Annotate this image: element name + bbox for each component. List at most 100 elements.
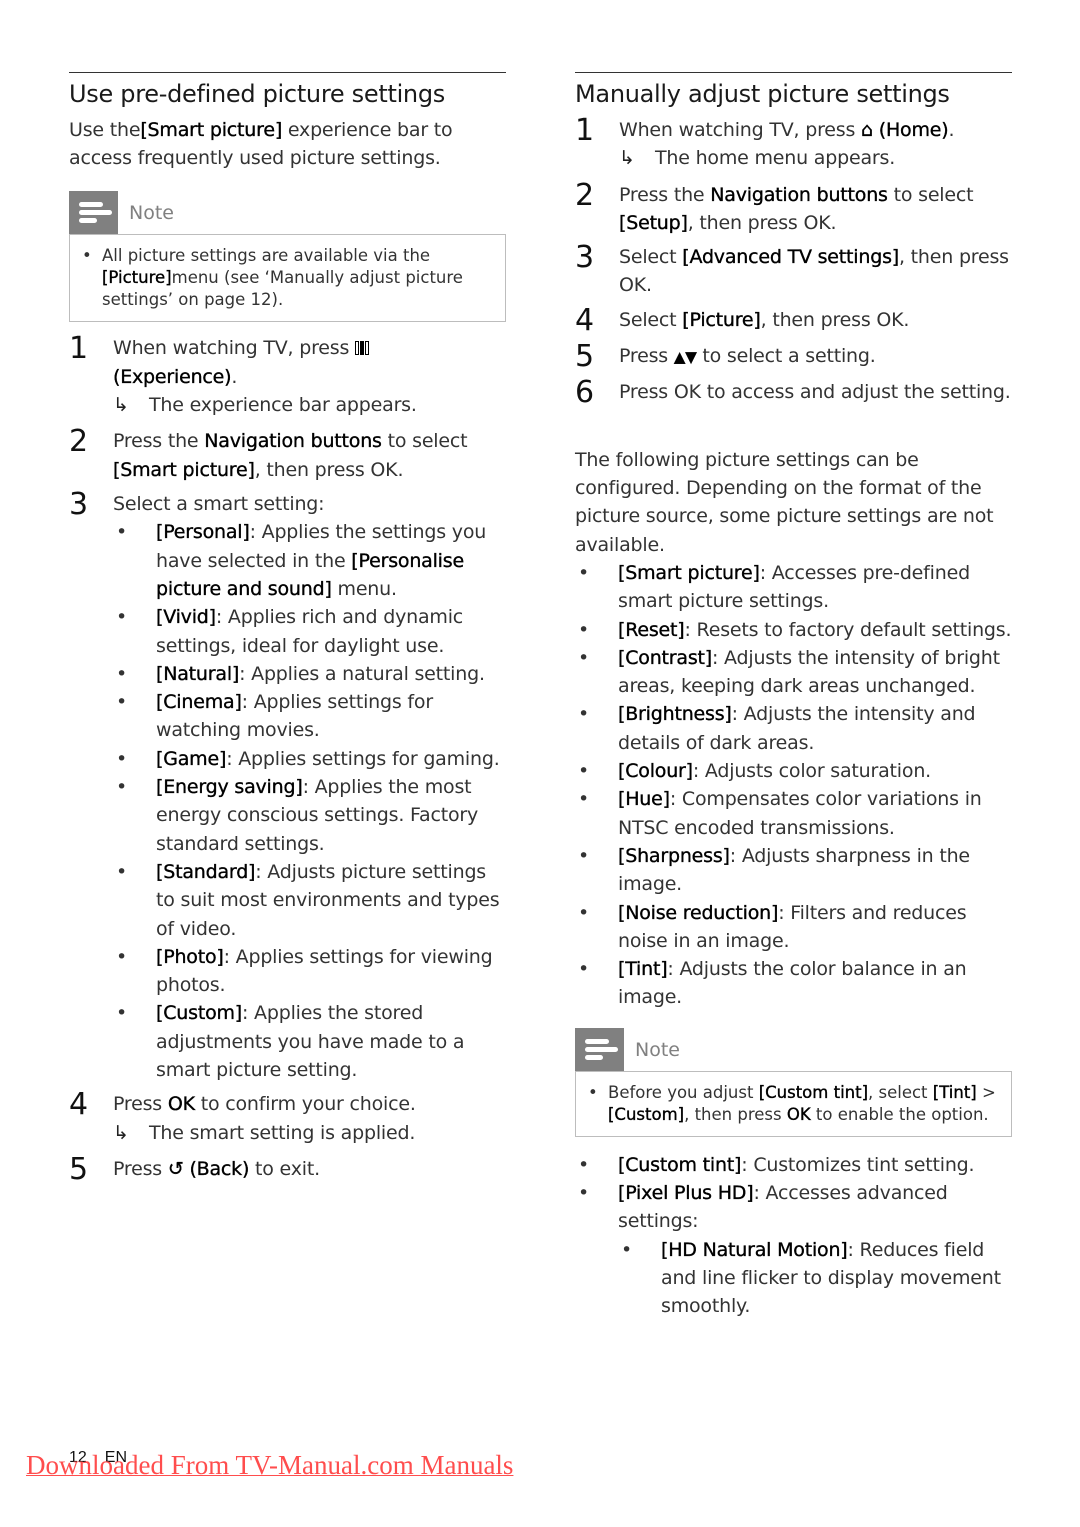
bullet-icon: • — [578, 561, 590, 584]
list-item: • [Reset]: Resets to factory default sett… — [575, 616, 1012, 644]
note-label: Note — [129, 201, 174, 224]
list-item: • [Personal]: Applies the settings you ha… — [113, 518, 506, 603]
setting-description: : Applies a natural setting. — [239, 662, 485, 685]
note-body: • All picture settings are available via… — [69, 233, 506, 322]
list-item: • [Custom]: Applies the stored adjustment… — [113, 999, 506, 1084]
bullet-icon: • — [578, 1182, 590, 1205]
note-body: • Before you adjust [Custom tint], selec… — [575, 1070, 1012, 1137]
section-heading-predefined: Use pre-defined picture settings — [69, 80, 445, 108]
bullet-icon: • — [578, 958, 590, 981]
step-3: 3 Select [Advanced TV settings], then pr… — [575, 240, 1009, 297]
setting-name: [Natural] — [156, 662, 240, 685]
step-2: 2 Press the Navigation buttons to select… — [575, 177, 974, 234]
section-rule — [575, 72, 1012, 73]
bullet-icon: • — [116, 747, 128, 770]
list-item: • [Colour]: Adjusts color saturation. — [575, 757, 1012, 785]
setting-name: [Contrast] — [618, 646, 713, 669]
right-column: Manually adjust picture settings 1 When … — [575, 72, 1012, 1321]
pixel-plus-sub-list: • [HD Natural Motion]: Reduces field and … — [618, 1236, 1012, 1321]
list-item: • [Vivid]: Applies rich and dynamic setti… — [113, 603, 506, 660]
list-item: • [Game]: Applies settings for gaming. — [113, 745, 506, 773]
list-item: • [Hue]: Compensates color variations in … — [575, 785, 1012, 842]
list-item: • [Noise reduction]: Filters and reduces … — [575, 899, 1012, 956]
list-item: • [Pixel Plus HD]: Accesses advanced sett… — [575, 1179, 1012, 1320]
intro-paragraph: Use the[Smart picture] experience bar to… — [69, 119, 453, 170]
setting-description: : Adjusts color saturation. — [692, 760, 931, 783]
bullet-icon: • — [578, 618, 590, 641]
setting-description: : Customizes tint setting. — [741, 1153, 975, 1176]
steps-list: 1 When watching TV, press (Experience). … — [69, 333, 506, 1187]
setting-name: [Tint] — [618, 958, 668, 981]
section-heading-manual: Manually adjust picture settings — [575, 80, 950, 108]
bullet-icon: • — [578, 901, 590, 924]
setting-name: [Custom] — [156, 1002, 243, 1025]
bullet-icon: • — [116, 691, 128, 714]
bullet-icon: • — [621, 1238, 633, 1261]
setting-name: [Colour] — [618, 760, 693, 783]
list-item: • [Natural]: Applies a natural setting. — [113, 660, 506, 688]
bullet-icon: • — [578, 788, 590, 811]
setting-name: [Reset] — [618, 618, 685, 641]
bullet-icon: • — [116, 776, 128, 799]
download-watermark-link[interactable]: Downloaded From TV-Manual.com Manuals — [26, 1450, 513, 1481]
setting-name: [Noise reduction] — [618, 901, 779, 924]
setting-description: : Adjusts the color balance in an image. — [618, 958, 967, 1009]
step-5: 5 Press ↺ (Back) to exit. — [69, 1151, 320, 1187]
step-4: 4 Press OK to confirm your choice. ↳ The … — [69, 1090, 506, 1147]
bullet-icon: • — [578, 1153, 590, 1176]
step-result: ↳ The home menu appears. — [619, 144, 1012, 172]
list-item: • [Contrast]: Adjusts the intensity of br… — [575, 644, 1012, 701]
bullet-icon: • — [116, 945, 128, 968]
bullet-icon: • — [578, 844, 590, 867]
section-rule — [69, 72, 506, 73]
step-1: 1 When watching TV, press (Experience). … — [69, 333, 506, 420]
bullet-icon: • — [578, 760, 590, 783]
step-3: 3 Select a smart setting: • [Personal]: A… — [69, 490, 506, 1084]
setting-name: [Cinema] — [156, 691, 242, 714]
picture-settings-list-2: • [Custom tint]: Customizes tint setting.… — [575, 1151, 1012, 1321]
note-label: Note — [635, 1038, 680, 1061]
setting-name: [Personal] — [156, 521, 250, 544]
setting-name: [Hue] — [618, 788, 670, 811]
bullet-icon: • — [116, 662, 128, 685]
step-4: 4 Select [Picture], then press OK. — [575, 302, 910, 338]
setting-description: : Resets to factory default settings. — [684, 618, 1012, 641]
smart-settings-list: • [Personal]: Applies the settings you ha… — [113, 518, 506, 1084]
list-item: • [Brightness]: Adjusts the intensity and… — [575, 700, 1012, 757]
up-down-icon: ▲▼ — [673, 347, 697, 366]
setting-name: [Brightness] — [618, 703, 732, 726]
step-5: 5 Press ▲▼ to select a setting. — [575, 338, 876, 374]
list-item: • [Smart picture]: Accesses pre-defined s… — [575, 559, 1012, 616]
note-box: Note • Before you adjust [Custom tint], … — [575, 1027, 1012, 1137]
list-item: • [Tint]: Adjusts the color balance in an… — [575, 955, 1012, 1012]
bullet-icon: • — [116, 1002, 128, 1025]
note-icon — [575, 1027, 624, 1071]
result-arrow-icon: ↳ — [113, 394, 129, 417]
step-6: 6 Press OK to access and adjust the sett… — [575, 374, 1011, 410]
result-arrow-icon: ↳ — [113, 1121, 129, 1144]
setting-name: [Vivid] — [156, 606, 216, 629]
note-icon — [69, 190, 118, 234]
setting-name: [Standard] — [156, 860, 256, 883]
setting-name: [Photo] — [156, 945, 224, 968]
picture-settings-list: • [Smart picture]: Accesses pre-defined s… — [575, 559, 1012, 1012]
manual-steps-list: 1 When watching TV, press ⌂ (Home). ↳ The… — [575, 116, 1012, 408]
list-item: • [Photo]: Applies settings for viewing p… — [113, 943, 506, 1000]
back-icon: ↺ — [167, 1157, 184, 1180]
experience-icon — [355, 335, 370, 363]
step-2: 2 Press the Navigation buttons to select… — [69, 424, 468, 481]
list-item: • [Energy saving]: Applies the most energ… — [113, 773, 506, 858]
bullet-icon: • — [116, 860, 128, 883]
step-1: 1 When watching TV, press ⌂ (Home). ↳ The… — [575, 116, 1012, 173]
bullet-icon: • — [578, 703, 590, 726]
bullet-icon: • — [578, 646, 590, 669]
setting-name: [Pixel Plus HD] — [618, 1182, 754, 1205]
setting-description: : Compensates color variations in NTSC e… — [618, 788, 982, 839]
setting-name: [Custom tint] — [618, 1153, 742, 1176]
setting-description: : Applies settings for gaming. — [226, 747, 500, 770]
setting-name: [Energy saving] — [156, 776, 303, 799]
setting-name: [HD Natural Motion] — [661, 1238, 848, 1261]
note-box: Note • All picture settings are availabl… — [69, 190, 506, 322]
list-item: • [Standard]: Adjusts picture settings to… — [113, 858, 506, 943]
step-result: ↳ The smart setting is applied. — [113, 1119, 506, 1147]
